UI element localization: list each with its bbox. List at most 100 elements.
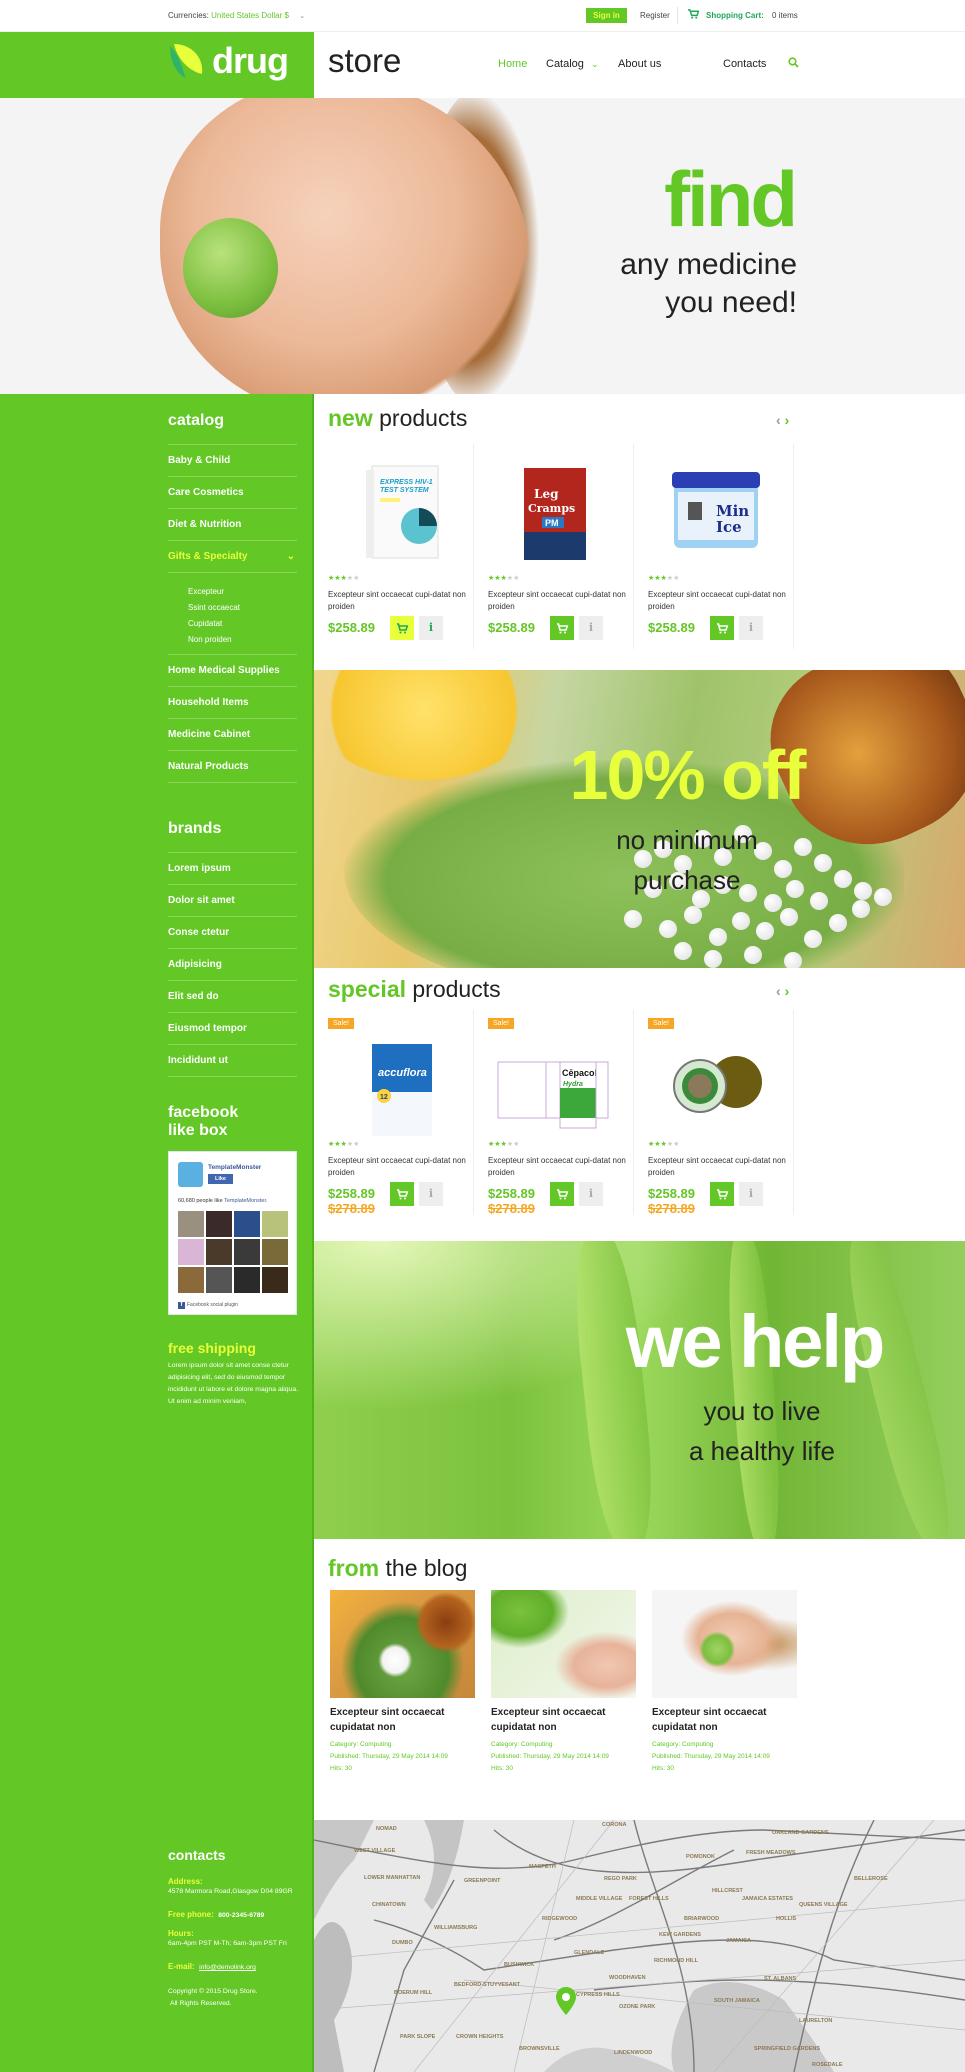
- info-button[interactable]: i: [579, 616, 603, 640]
- blog-post-image[interactable]: [491, 1590, 636, 1698]
- fan-avatar[interactable]: [206, 1239, 232, 1265]
- catalog-item-gifts-specialty[interactable]: Gifts & Specialty ⌄: [168, 541, 297, 573]
- catalog-item-care-cosmetics[interactable]: Care Cosmetics: [168, 477, 297, 509]
- logo-text-bold[interactable]: drug: [212, 40, 289, 82]
- info-button[interactable]: i: [419, 616, 443, 640]
- fan-avatar[interactable]: [262, 1267, 288, 1293]
- nav-about-us[interactable]: About us: [618, 58, 661, 70]
- email-link[interactable]: info@demolink.org: [199, 1964, 256, 1971]
- nav-catalog[interactable]: Catalog: [546, 58, 584, 70]
- fan-avatar[interactable]: [178, 1267, 204, 1293]
- info-button[interactable]: i: [579, 1182, 603, 1206]
- product-card[interactable]: Sale! ★★★★★ Excepteur sint occaecat cupi…: [634, 1010, 794, 1216]
- discount-banner[interactable]: 10% off no minimum purchase: [314, 670, 965, 968]
- product-name[interactable]: Excepteur sint occaecat cupi-datat non p…: [328, 589, 468, 613]
- product-image[interactable]: [654, 1040, 774, 1140]
- hero-banner[interactable]: find any medicine you need!: [0, 98, 965, 394]
- brand-item[interactable]: Elit sed do: [168, 981, 297, 1013]
- register-link[interactable]: Register: [640, 11, 670, 20]
- phone-value[interactable]: 800-2345-6789: [218, 1912, 264, 1919]
- blog-post-category[interactable]: Category: Computing: [330, 1739, 475, 1751]
- product-image[interactable]: EXPRESS HIV-1 TEST SYSTEM: [334, 464, 454, 564]
- info-button[interactable]: i: [739, 616, 763, 640]
- product-image[interactable]: Leg Cramps PM: [494, 464, 614, 564]
- fan-avatar[interactable]: [178, 1239, 204, 1265]
- brand-item[interactable]: Conse ctetur: [168, 917, 297, 949]
- location-map[interactable]: NOMAD WEST VILLAGE LOWER MANHATTAN CHINA…: [314, 1820, 965, 2072]
- submenu-item[interactable]: Cupidatat: [188, 616, 297, 632]
- like-count-link[interactable]: TemplateMonster.: [224, 1198, 267, 1204]
- info-button[interactable]: i: [739, 1182, 763, 1206]
- chevron-down-icon[interactable]: ⌄: [299, 13, 305, 20]
- fan-avatar[interactable]: [206, 1267, 232, 1293]
- facebook-page-name[interactable]: TemplateMonster: [208, 1164, 261, 1171]
- healthy-life-banner[interactable]: we help you to live a healthy life: [314, 1241, 965, 1539]
- blog-post-category[interactable]: Category: Computing: [491, 1739, 636, 1751]
- chevron-right-icon[interactable]: ›: [785, 412, 790, 428]
- product-name[interactable]: Excepteur sint occaecat cupi-datat non p…: [488, 589, 628, 613]
- catalog-item-household[interactable]: Household Items: [168, 687, 297, 719]
- add-to-cart-button[interactable]: [390, 1182, 414, 1206]
- sign-in-button[interactable]: Sign in: [586, 8, 627, 23]
- brand-item[interactable]: Lorem ipsum: [168, 853, 297, 885]
- currency-selector[interactable]: Currencies: United States Dollar $ ⌄: [168, 11, 305, 20]
- chevron-left-icon[interactable]: ‹: [776, 412, 781, 428]
- catalog-item-medicine-cabinet[interactable]: Medicine Cabinet: [168, 719, 297, 751]
- nav-home[interactable]: Home: [498, 58, 527, 70]
- catalog-item-natural-products[interactable]: Natural Products: [168, 751, 297, 783]
- blog-post-image[interactable]: [330, 1590, 475, 1698]
- chevron-down-icon[interactable]: ⌄: [287, 541, 295, 573]
- blog-post-category[interactable]: Category: Computing: [652, 1739, 797, 1751]
- product-card[interactable]: Min Ice ★★★★★ Excepteur sint occaecat cu…: [634, 444, 794, 649]
- fan-avatar[interactable]: [178, 1211, 204, 1237]
- submenu-item[interactable]: Excepteur: [188, 584, 297, 600]
- page-avatar[interactable]: [178, 1162, 203, 1187]
- cart-icon[interactable]: [688, 9, 699, 19]
- add-to-cart-button[interactable]: [550, 1182, 574, 1206]
- fan-avatar[interactable]: [262, 1239, 288, 1265]
- brand-item[interactable]: Dolor sit amet: [168, 885, 297, 917]
- fan-avatar[interactable]: [234, 1211, 260, 1237]
- catalog-item-diet-nutrition[interactable]: Diet & Nutrition: [168, 509, 297, 541]
- fan-avatar[interactable]: [206, 1211, 232, 1237]
- nav-contacts[interactable]: Contacts: [723, 58, 766, 70]
- chevron-right-icon[interactable]: ›: [785, 983, 790, 999]
- catalog-item-home-medical[interactable]: Home Medical Supplies: [168, 655, 297, 687]
- product-name[interactable]: Excepteur sint occaecat cupi-datat non p…: [648, 1155, 788, 1179]
- add-to-cart-button[interactable]: [390, 616, 414, 640]
- facebook-like-button[interactable]: Like: [208, 1174, 233, 1184]
- add-to-cart-button[interactable]: [550, 616, 574, 640]
- product-card[interactable]: Leg Cramps PM ★★★★★ Excepteur sint occae…: [474, 444, 634, 649]
- product-card[interactable]: EXPRESS HIV-1 TEST SYSTEM ★★★★★ Excepteu…: [314, 444, 474, 649]
- product-name[interactable]: Excepteur sint occaecat cupi-datat non p…: [328, 1155, 468, 1179]
- fan-avatar[interactable]: [234, 1239, 260, 1265]
- blog-post-title[interactable]: Excepteur sint occaecat cupidatat non: [330, 1705, 475, 1735]
- shopping-cart-link[interactable]: Shopping Cart:: [706, 11, 764, 20]
- add-to-cart-button[interactable]: [710, 1182, 734, 1206]
- chevron-down-icon[interactable]: ⌄: [591, 59, 599, 70]
- blog-post-title[interactable]: Excepteur sint occaecat cupidatat non: [652, 1705, 797, 1735]
- add-to-cart-button[interactable]: [710, 616, 734, 640]
- brand-item[interactable]: Eiusmod tempor: [168, 1013, 297, 1045]
- catalog-item-baby-child[interactable]: Baby & Child: [168, 445, 297, 477]
- map-pin-icon[interactable]: [555, 1986, 577, 2016]
- product-name[interactable]: Excepteur sint occaecat cupi-datat non p…: [648, 589, 788, 613]
- brand-item[interactable]: Incididunt ut: [168, 1045, 297, 1077]
- product-name[interactable]: Excepteur sint occaecat cupi-datat non p…: [488, 1155, 628, 1179]
- product-image[interactable]: accuflora 12: [334, 1040, 454, 1140]
- info-button[interactable]: i: [419, 1182, 443, 1206]
- submenu-item[interactable]: Ssint occaecat: [188, 600, 297, 616]
- product-card[interactable]: Sale! accuflora 12 ★★★★★ Excepteur sint …: [314, 1010, 474, 1216]
- product-card[interactable]: Sale! Cēpacol Hydra ★★★★★ Excepteur sint…: [474, 1010, 634, 1216]
- fan-avatar[interactable]: [262, 1211, 288, 1237]
- currency-value[interactable]: United States Dollar $: [211, 11, 289, 20]
- product-image[interactable]: Min Ice: [654, 464, 774, 564]
- submenu-item[interactable]: Non proiden: [188, 632, 297, 648]
- leaf-logo-icon[interactable]: [168, 42, 208, 82]
- blog-post-image[interactable]: [652, 1590, 797, 1698]
- blog-post-title[interactable]: Excepteur sint occaecat cupidatat non: [491, 1705, 636, 1735]
- fan-avatar[interactable]: [234, 1267, 260, 1293]
- search-icon[interactable]: [788, 57, 799, 71]
- chevron-left-icon[interactable]: ‹: [776, 983, 781, 999]
- brand-item[interactable]: Adipisicing: [168, 949, 297, 981]
